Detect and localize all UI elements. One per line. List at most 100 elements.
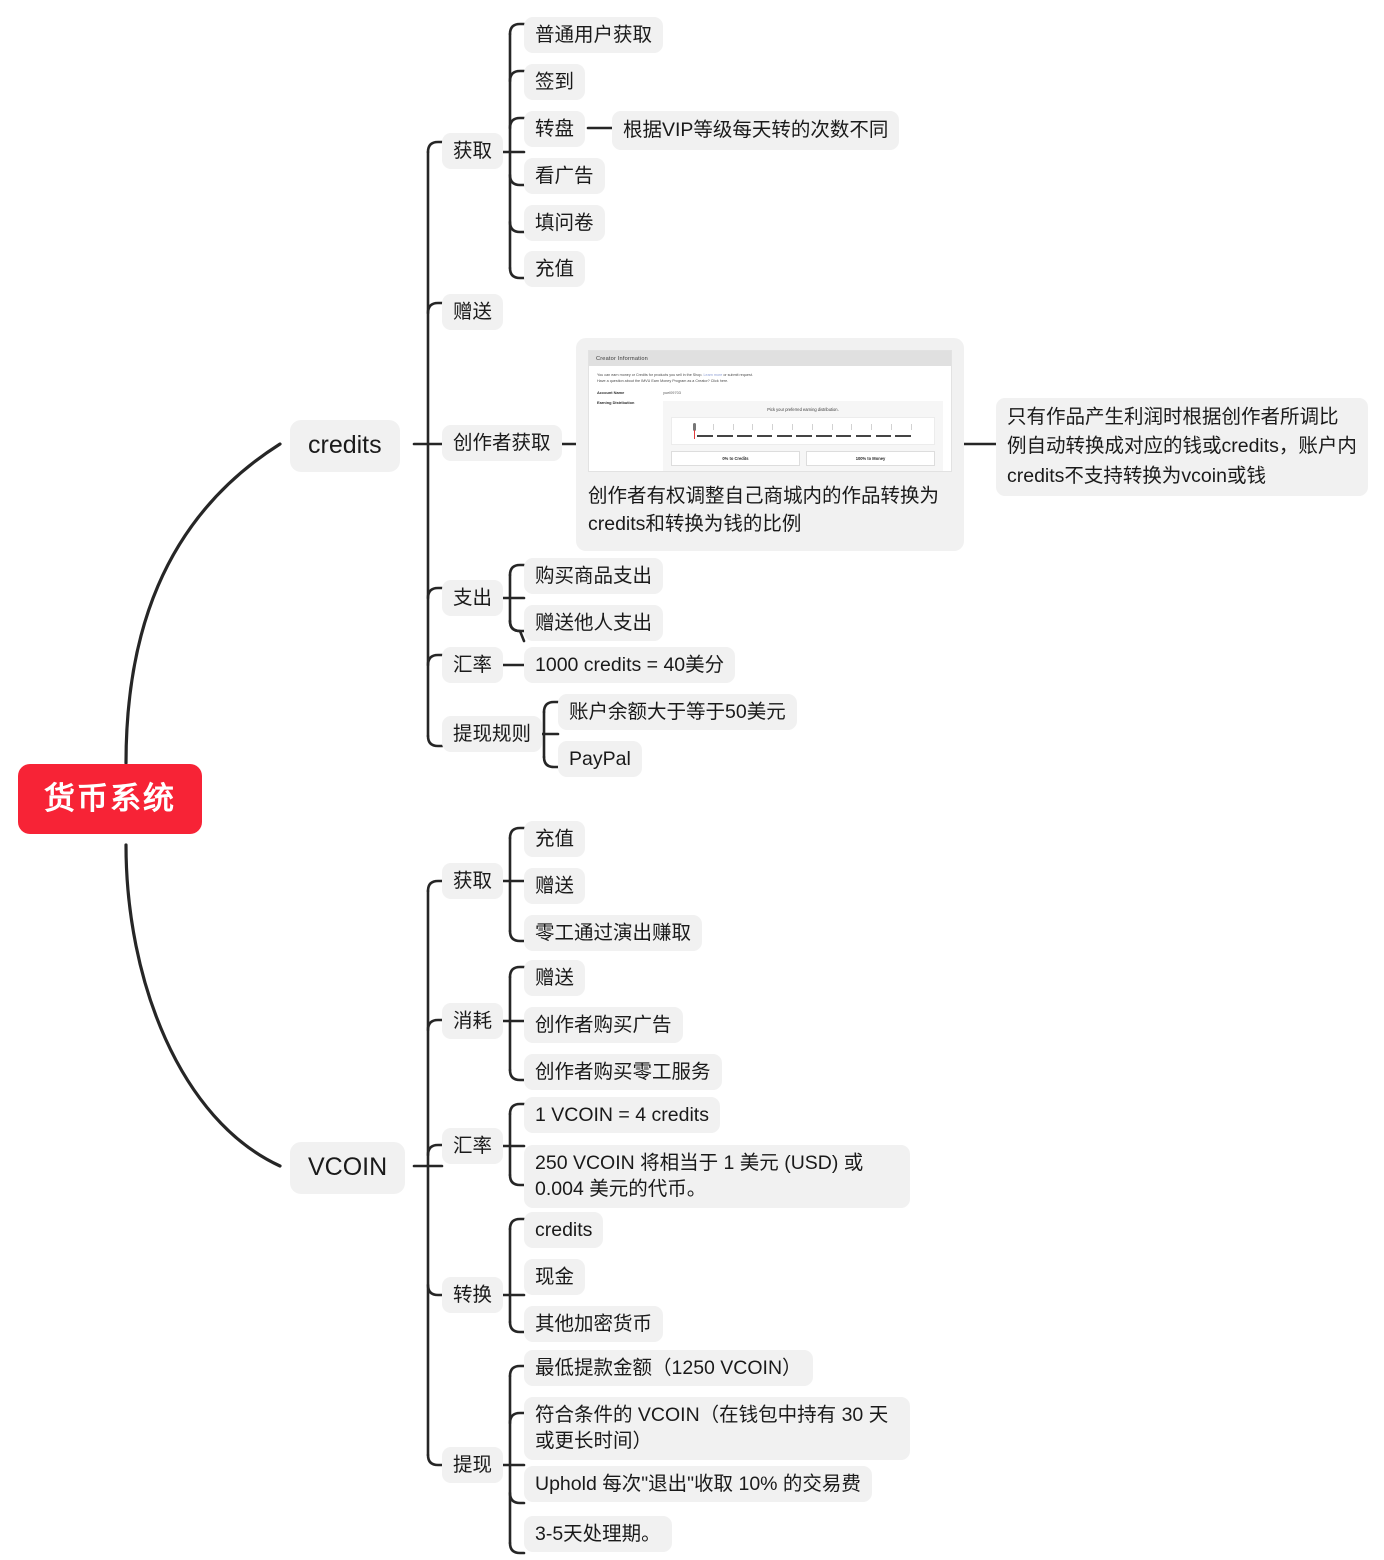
branch-node-credits[interactable]: credits — [290, 420, 400, 472]
leaf-label: 普通用户获取 — [535, 24, 653, 46]
shot-intro-b: or submit request. — [723, 373, 753, 377]
leaf-label: 充值 — [535, 258, 575, 280]
leaf-vcoin-acquire-0[interactable]: 充值 — [524, 821, 586, 858]
branch-label-vcoin: VCOIN — [308, 1153, 388, 1181]
leaf-label: 赠送他人支出 — [535, 612, 653, 634]
leaf-vcoin-withdraw-2[interactable]: Uphold 每次"退出"收取 10% 的交易费 — [524, 1466, 872, 1503]
node-vcoin-withdraw[interactable]: 提现 — [442, 1447, 504, 1484]
note-label: 根据VIP等级每天转的次数不同 — [623, 119, 889, 141]
label-vcoin-acquire: 获取 — [453, 870, 493, 892]
shot-body: You can earn money or Credits for produc… — [589, 366, 951, 471]
leaf-credits-spend-0[interactable]: 购买商品支出 — [524, 558, 664, 595]
shot-account-label: Account Name — [597, 390, 625, 396]
leaf-credits-spend-1[interactable]: 赠送他人支出 — [524, 605, 664, 642]
label-vcoin-consume: 消耗 — [453, 1010, 493, 1032]
leaf-label: 购买商品支出 — [535, 565, 653, 587]
leaf-label: PayPal — [569, 748, 631, 770]
leaf-credits-withdraw-rules-1[interactable]: PayPal — [558, 741, 642, 778]
label-credits-gift: 赠送 — [453, 301, 493, 323]
leaf-vcoin-convert-0[interactable]: credits — [524, 1212, 604, 1249]
mindmap-canvas: 货币系统 credits VCOIN 获取 普通用户获取 签到 转盘 根据VIP… — [0, 0, 1384, 1560]
leaf-credits-acquire-4[interactable]: 填问卷 — [524, 205, 605, 242]
leaf-vcoin-withdraw-1[interactable]: 符合条件的 VCOIN（在钱包中持有 30 天或更长时间） — [524, 1397, 910, 1460]
leaf-credits-acquire-3[interactable]: 看广告 — [524, 158, 605, 195]
note-credits-wheel[interactable]: 根据VIP等级每天转的次数不同 — [612, 111, 900, 151]
node-vcoin-acquire[interactable]: 获取 — [442, 863, 504, 900]
shot-intro: You can earn money or Credits for produc… — [597, 372, 943, 384]
label-credits-spend: 支出 — [453, 587, 493, 609]
leaf-label: 看广告 — [535, 165, 594, 187]
leaf-credits-acquire-0[interactable]: 普通用户获取 — [524, 17, 664, 54]
leaf-credits-rate-0[interactable]: 1000 credits = 40美分 — [524, 647, 736, 684]
leaf-label: 填问卷 — [535, 212, 594, 234]
branch-node-vcoin[interactable]: VCOIN — [290, 1142, 406, 1194]
shot-button-row: 0% to Credits 100% to Money — [671, 451, 935, 467]
leaf-label: 1 VCOIN = 4 credits — [535, 1104, 709, 1126]
shot-header-label: Creator Information — [596, 355, 648, 362]
node-credits-rate[interactable]: 汇率 — [442, 647, 504, 684]
note-creator-profit-label: 只有作品产生利润时根据创作者所调比例自动转换成对应的钱或credits，账户内c… — [1007, 406, 1357, 487]
leaf-vcoin-convert-1[interactable]: 现金 — [524, 1259, 586, 1296]
leaf-vcoin-rate-1[interactable]: 250 VCOIN 将相当于 1 美元 (USD) 或 0.004 美元的代币。 — [524, 1145, 910, 1208]
label-vcoin-rate: 汇率 — [453, 1135, 493, 1157]
shot-account-value: yuel09703 — [663, 390, 681, 396]
creator-screenshot-card[interactable]: Creator Information You can earn money o… — [576, 338, 964, 551]
note-creator-profit[interactable]: 只有作品产生利润时根据创作者所调比例自动转换成对应的钱或credits，账户内c… — [996, 398, 1368, 496]
label-vcoin-withdraw: 提现 — [453, 1454, 493, 1476]
earning-distribution-slider[interactable] — [671, 417, 935, 446]
leaf-credits-acquire-1[interactable]: 签到 — [524, 64, 586, 101]
slider-track[interactable] — [692, 423, 913, 440]
leaf-vcoin-acquire-2[interactable]: 零工通过演出赚取 — [524, 915, 703, 952]
shot-earning-label: Earning Distribution — [597, 400, 635, 406]
shot-intro-line2: Have a question about the IMVU Earn Mone… — [597, 379, 729, 384]
leaf-vcoin-rate-0[interactable]: 1 VCOIN = 4 credits — [524, 1097, 720, 1134]
leaf-label: 250 VCOIN 将相当于 1 美元 (USD) 或 0.004 美元的代币。 — [535, 1152, 864, 1201]
leaf-vcoin-acquire-1[interactable]: 赠送 — [524, 868, 586, 905]
leaf-credits-withdraw-rules-0[interactable]: 账户余额大于等于50美元 — [558, 694, 797, 731]
leaf-label: 创作者购买零工服务 — [535, 1061, 711, 1083]
leaf-credits-acquire-2[interactable]: 转盘 — [524, 111, 586, 148]
node-vcoin-convert[interactable]: 转换 — [442, 1277, 504, 1314]
branch-label-credits: credits — [308, 431, 382, 459]
shot-account-row: Account Name yuel09703 — [597, 390, 943, 395]
leaf-vcoin-withdraw-0[interactable]: 最低提款金额（1250 VCOIN） — [524, 1350, 813, 1387]
shot-learn-more-link[interactable]: Learn more — [703, 373, 722, 377]
leaf-vcoin-consume-1[interactable]: 创作者购买广告 — [524, 1007, 683, 1044]
leaf-label: credits — [535, 1219, 593, 1241]
leaf-label: 转盘 — [535, 118, 575, 140]
leaf-vcoin-consume-2[interactable]: 创作者购买零工服务 — [524, 1054, 722, 1091]
node-vcoin-consume[interactable]: 消耗 — [442, 1003, 504, 1040]
shot-panel-title: Pick your preferred earning distribution… — [767, 407, 839, 413]
leaf-label: 充值 — [535, 828, 575, 850]
leaf-vcoin-consume-0[interactable]: 赠送 — [524, 960, 586, 997]
label-vcoin-convert: 转换 — [453, 1284, 493, 1306]
label-credits-creator: 创作者获取 — [453, 432, 551, 454]
leaf-label: 签到 — [535, 71, 575, 93]
connector-layer — [124, 22, 998, 1555]
node-credits-gift[interactable]: 赠送 — [442, 294, 504, 331]
label-credits-acquire: 获取 — [453, 140, 493, 162]
leaf-vcoin-withdraw-3[interactable]: 3-5天处理期。 — [524, 1516, 672, 1553]
node-credits-spend[interactable]: 支出 — [442, 580, 504, 617]
leaf-label: 账户余额大于等于50美元 — [569, 701, 786, 723]
node-credits-creator[interactable]: 创作者获取 — [442, 425, 562, 462]
node-credits-acquire[interactable]: 获取 — [442, 133, 504, 170]
leaf-label: 创作者购买广告 — [535, 1014, 672, 1036]
leaf-label: 最低提款金额（1250 VCOIN） — [535, 1357, 802, 1379]
leaf-label: 赠送 — [535, 875, 575, 897]
leaf-label: 其他加密货币 — [535, 1313, 653, 1335]
shot-earning-panel: Pick your preferred earning distribution… — [663, 401, 943, 471]
button-hundred-to-money[interactable]: 100% to Money — [806, 451, 935, 467]
leaf-label: 1000 credits = 40美分 — [535, 654, 725, 676]
leaf-label: 3-5天处理期。 — [535, 1523, 661, 1545]
button-zero-to-credits[interactable]: 0% to Credits — [671, 451, 800, 467]
root-node[interactable]: 货币系统 — [18, 764, 202, 834]
leaf-credits-acquire-5[interactable]: 充值 — [524, 251, 586, 288]
node-vcoin-rate[interactable]: 汇率 — [442, 1128, 504, 1165]
node-credits-withdraw-rules[interactable]: 提现规则 — [442, 716, 543, 753]
root-label: 货币系统 — [44, 781, 176, 816]
label-credits-rate: 汇率 — [453, 654, 493, 676]
leaf-label: Uphold 每次"退出"收取 10% 的交易费 — [535, 1473, 861, 1495]
creator-card-caption: 创作者有权调整自己商城内的作品转换为credits和转换为钱的比例 — [588, 485, 940, 536]
leaf-vcoin-convert-2[interactable]: 其他加密货币 — [524, 1306, 664, 1343]
